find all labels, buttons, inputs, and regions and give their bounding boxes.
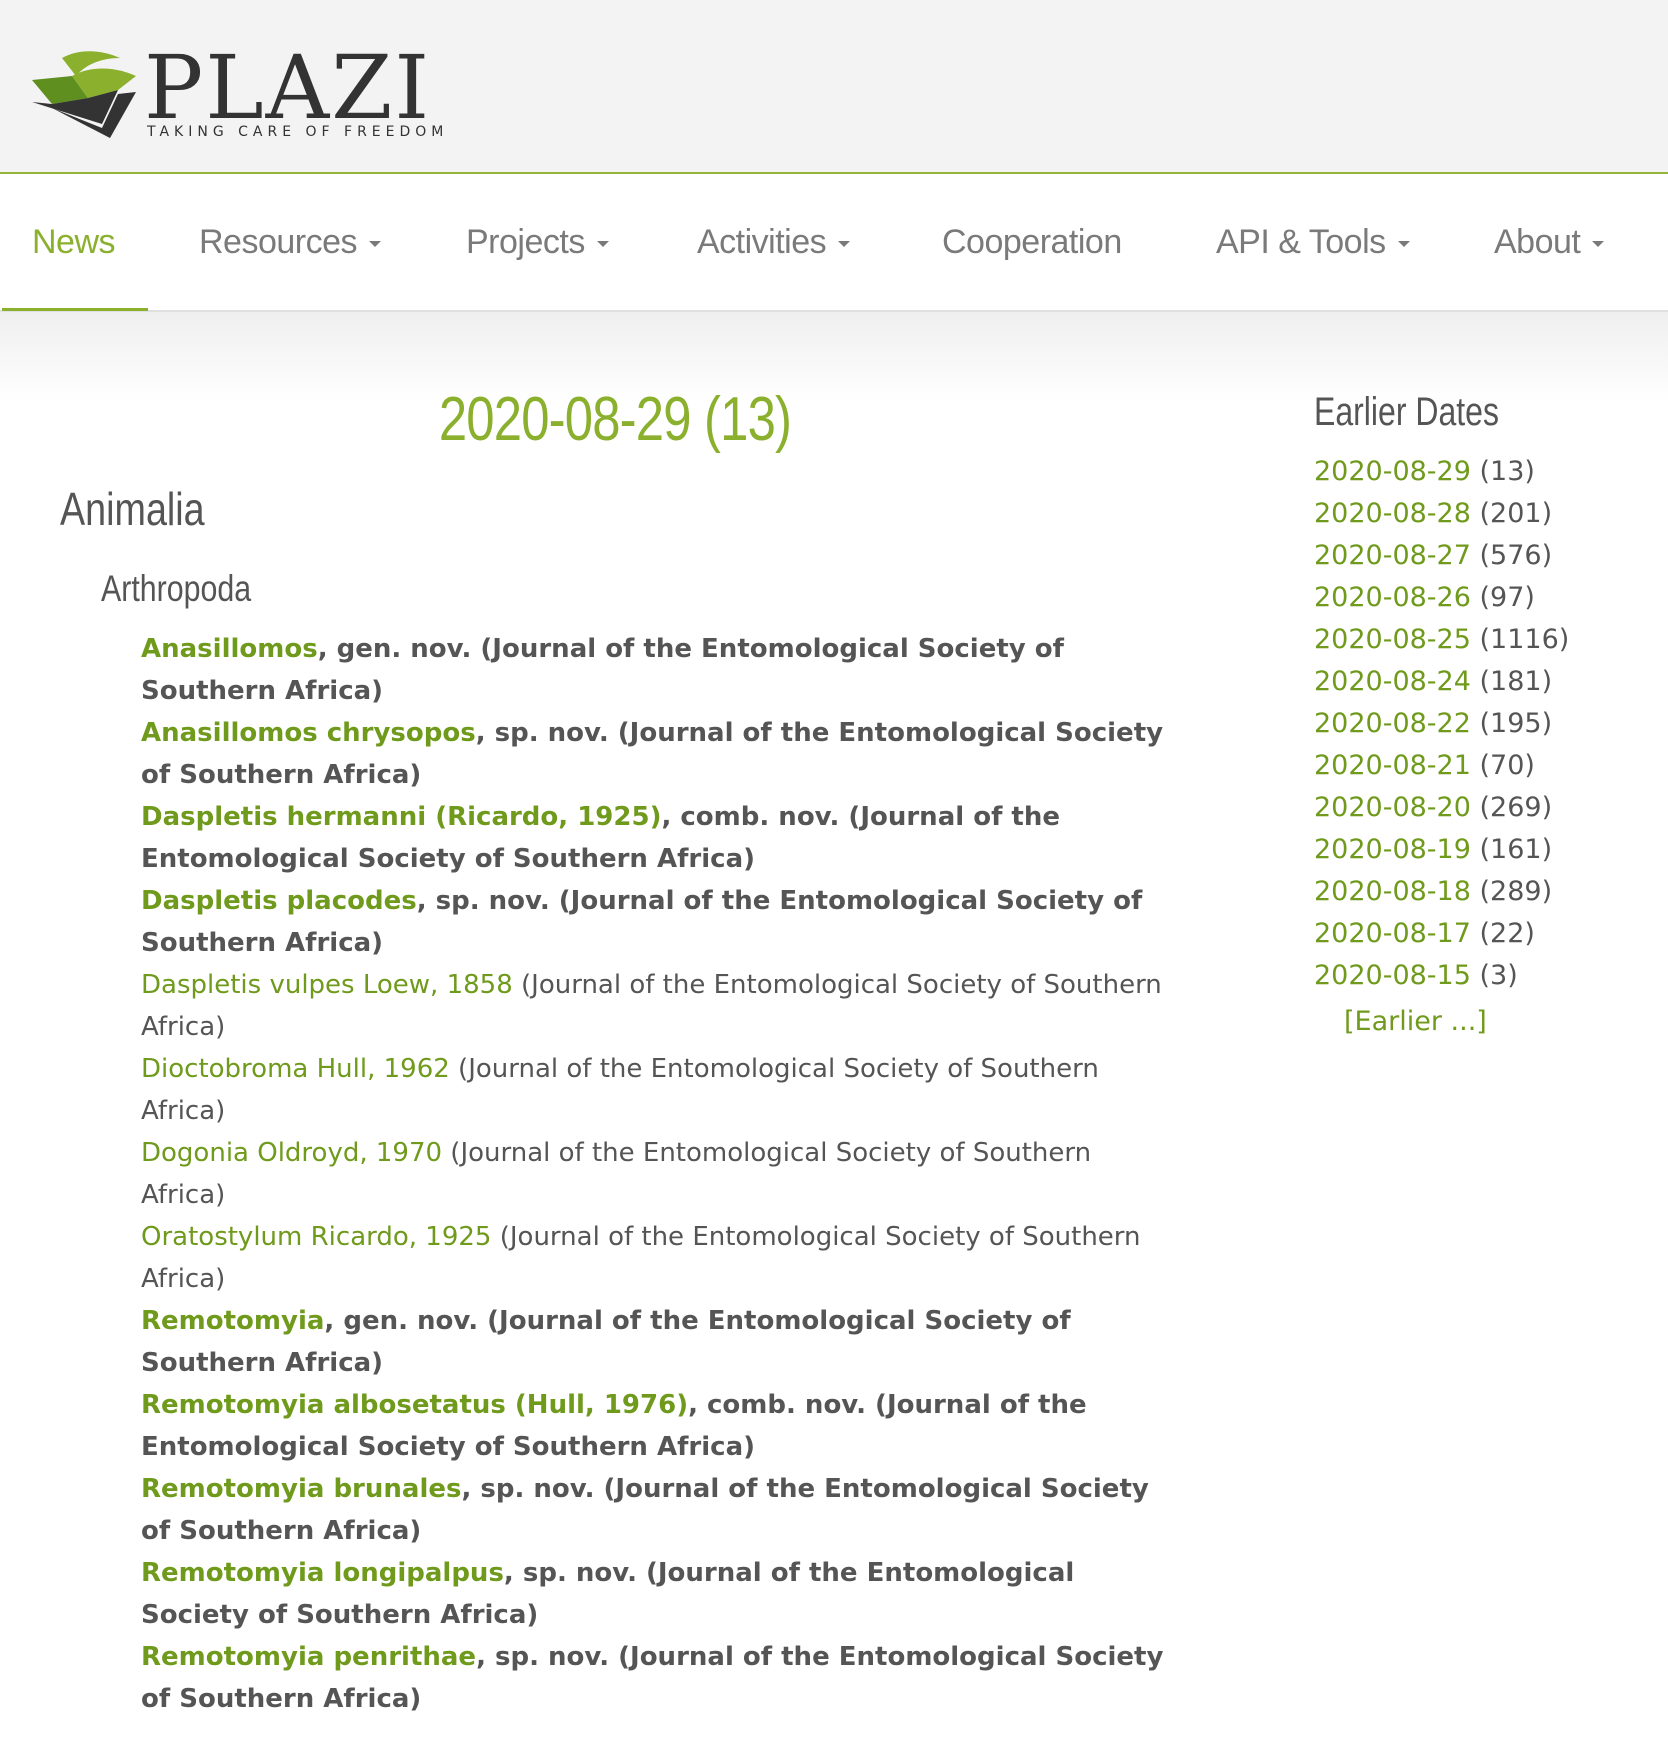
date-item: 2020-08-26 (97)	[1314, 577, 1569, 619]
date-count: (181)	[1479, 666, 1553, 697]
date-link[interactable]: 2020-08-24	[1314, 666, 1471, 697]
date-link[interactable]: 2020-08-27	[1314, 540, 1471, 571]
plazi-leaf-icon	[32, 51, 136, 138]
taxon-link[interactable]: Oratostylum Ricardo, 1925	[141, 1222, 491, 1252]
date-link[interactable]: 2020-08-25	[1314, 624, 1471, 655]
date-item: 2020-08-24 (181)	[1314, 661, 1569, 703]
taxon-link[interactable]: Daspletis placodes	[141, 886, 417, 916]
caret-down-icon	[1592, 241, 1605, 248]
date-item: 2020-08-25 (1116)	[1314, 619, 1569, 661]
nav-item-activities[interactable]: Activities	[697, 174, 851, 310]
page-title: 2020-08-29 (13)	[438, 385, 792, 454]
date-item: 2020-08-21 (70)	[1314, 745, 1569, 787]
date-link[interactable]: 2020-08-15	[1314, 960, 1471, 991]
caret-down-icon	[838, 241, 851, 248]
date-item: 2020-08-15 (3)	[1314, 955, 1569, 997]
date-count: (289)	[1479, 876, 1553, 907]
date-count: (3)	[1479, 960, 1518, 991]
logo-tagline: TAKING CARE OF FREEDOM	[147, 124, 449, 140]
treatment-item: Remotomyia albosetatus (Hull, 1976), com…	[141, 1384, 1181, 1468]
content-shadow	[0, 312, 1668, 402]
nav-item-projects[interactable]: Projects	[466, 174, 609, 310]
date-count: (269)	[1479, 792, 1553, 823]
date-link[interactable]: 2020-08-29	[1314, 456, 1471, 487]
date-count: (13)	[1479, 456, 1535, 487]
taxon-link[interactable]: Remotomyia longipalpus	[141, 1558, 504, 1588]
treatment-item: Dogonia Oldroyd, 1970 (Journal of the En…	[141, 1132, 1181, 1216]
treatment-item: Daspletis hermanni (Ricardo, 1925), comb…	[141, 796, 1181, 880]
taxon-link[interactable]: Daspletis vulpes Loew, 1858	[141, 970, 513, 1000]
date-link[interactable]: 2020-08-21	[1314, 750, 1471, 781]
taxon-link[interactable]: Remotomyia brunales	[141, 1474, 461, 1504]
treatment-item: Remotomyia longipalpus, sp. nov. (Journa…	[141, 1552, 1181, 1636]
nav-label: Activities	[697, 223, 827, 261]
date-link[interactable]: 2020-08-18	[1314, 876, 1471, 907]
nav-item-resources[interactable]: Resources	[199, 174, 382, 310]
date-item: 2020-08-17 (22)	[1314, 913, 1569, 955]
nav-label: Resources	[199, 223, 358, 261]
treatment-item: Daspletis vulpes Loew, 1858 (Journal of …	[141, 964, 1181, 1048]
date-count: (201)	[1479, 498, 1553, 529]
date-item: 2020-08-27 (576)	[1314, 535, 1569, 577]
caret-down-icon	[596, 241, 609, 248]
treatment-item: Remotomyia brunales, sp. nov. (Journal o…	[141, 1468, 1181, 1552]
treatment-item: Anasillomos, gen. nov. (Journal of the E…	[141, 628, 1181, 712]
main-navigation: News Resources Projects Activities Coope…	[0, 174, 1668, 312]
phylum-heading: Arthropoda	[101, 568, 252, 609]
nav-item-about[interactable]: About	[1494, 174, 1605, 310]
active-tab-underline	[2, 308, 148, 311]
date-link[interactable]: 2020-08-17	[1314, 918, 1471, 949]
sidebar-title: Earlier Dates	[1314, 390, 1499, 434]
treatment-item: Daspletis placodes, sp. nov. (Journal of…	[141, 880, 1181, 964]
taxon-link[interactable]: Daspletis hermanni (Ricardo, 1925)	[141, 802, 661, 832]
date-item: 2020-08-22 (195)	[1314, 703, 1569, 745]
kingdom-heading: Animalia	[60, 483, 205, 535]
date-count: (70)	[1479, 750, 1535, 781]
treatment-item: Oratostylum Ricardo, 1925 (Journal of th…	[141, 1216, 1181, 1300]
treatment-list: Anasillomos, gen. nov. (Journal of the E…	[141, 628, 1181, 1720]
date-link[interactable]: 2020-08-26	[1314, 582, 1471, 613]
logo-wordmark: PLAZI	[144, 36, 432, 139]
plazi-logo[interactable]: PLAZI TAKING CARE OF FREEDOM	[32, 38, 452, 146]
caret-down-icon	[369, 241, 382, 248]
site-header: PLAZI TAKING CARE OF FREEDOM	[0, 0, 1668, 174]
caret-down-icon	[1397, 241, 1410, 248]
date-item: 2020-08-19 (161)	[1314, 829, 1569, 871]
nav-label: API & Tools	[1216, 223, 1386, 261]
date-count: (97)	[1479, 582, 1535, 613]
date-count: (576)	[1479, 540, 1553, 571]
treatment-item: Anasillomos chrysopos, sp. nov. (Journal…	[141, 712, 1181, 796]
date-count: (161)	[1479, 834, 1553, 865]
date-count: (1116)	[1479, 624, 1570, 655]
date-link[interactable]: 2020-08-19	[1314, 834, 1471, 865]
date-item: 2020-08-20 (269)	[1314, 787, 1569, 829]
treatment-item: Remotomyia penrithae, sp. nov. (Journal …	[141, 1636, 1181, 1720]
taxon-link[interactable]: Dogonia Oldroyd, 1970	[141, 1138, 442, 1168]
taxon-link[interactable]: Remotomyia	[141, 1306, 324, 1336]
nav-item-cooperation[interactable]: Cooperation	[942, 174, 1122, 310]
earlier-dates-link[interactable]: [Earlier ...]	[1344, 1006, 1487, 1037]
date-count: (22)	[1479, 918, 1535, 949]
date-count: (195)	[1479, 708, 1553, 739]
nav-item-news[interactable]: News	[32, 174, 116, 310]
nav-label: Projects	[466, 223, 585, 261]
nav-label: Cooperation	[942, 223, 1122, 261]
earlier-dates-list: 2020-08-29 (13) 2020-08-28 (201) 2020-08…	[1314, 451, 1569, 997]
taxon-link[interactable]: Remotomyia albosetatus (Hull, 1976)	[141, 1390, 688, 1420]
date-link[interactable]: 2020-08-28	[1314, 498, 1471, 529]
taxon-link[interactable]: Remotomyia penrithae	[141, 1642, 476, 1672]
nav-item-api-tools[interactable]: API & Tools	[1216, 174, 1410, 310]
date-link[interactable]: 2020-08-22	[1314, 708, 1471, 739]
taxon-link[interactable]: Anasillomos chrysopos	[141, 718, 476, 748]
treatment-item: Remotomyia, gen. nov. (Journal of the En…	[141, 1300, 1181, 1384]
date-item: 2020-08-28 (201)	[1314, 493, 1569, 535]
taxon-link[interactable]: Anasillomos	[141, 634, 318, 664]
date-item: 2020-08-18 (289)	[1314, 871, 1569, 913]
taxon-link[interactable]: Dioctobroma Hull, 1962	[141, 1054, 450, 1084]
nav-label: News	[32, 223, 116, 261]
date-item: 2020-08-29 (13)	[1314, 451, 1569, 493]
date-link[interactable]: 2020-08-20	[1314, 792, 1471, 823]
treatment-item: Dioctobroma Hull, 1962 (Journal of the E…	[141, 1048, 1181, 1132]
nav-label: About	[1494, 223, 1581, 261]
